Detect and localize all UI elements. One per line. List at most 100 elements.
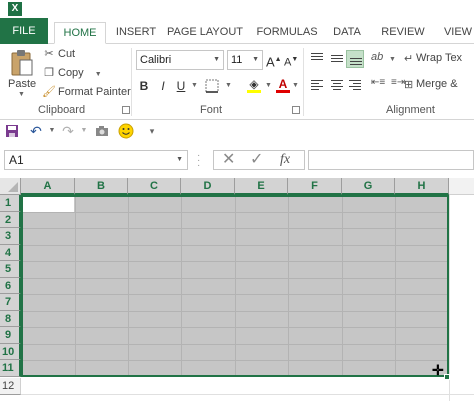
align-top-button[interactable] [308, 50, 326, 68]
chevron-down-icon: ▼ [94, 71, 102, 78]
formula-bar-splitter[interactable]: · · · [197, 151, 200, 171]
group-divider [303, 48, 304, 116]
bold-button[interactable]: B [137, 76, 151, 96]
indent-icon: ⇤≡ [371, 77, 386, 88]
gridline [23, 310, 447, 312]
wrap-text-icon: ↵ [404, 53, 414, 65]
grow-font-button[interactable]: A▲ [266, 50, 282, 70]
decrease-indent-button[interactable]: ⇤≡ [370, 76, 388, 94]
select-all-triangle-icon [8, 182, 18, 192]
font-color-swatch [276, 90, 290, 93]
align-center-button[interactable] [328, 76, 346, 94]
name-box-value: A1 [9, 153, 24, 167]
fill-color-button[interactable]: ◈ [246, 74, 262, 94]
font-size-select[interactable]: 11 ▼ [227, 50, 263, 70]
chevron-down-icon: ▼ [18, 91, 25, 98]
column-header[interactable]: G [342, 178, 395, 195]
chevron-down-icon[interactable]: ▼ [44, 123, 60, 139]
camera-icon[interactable] [94, 123, 110, 139]
column-header[interactable]: E [235, 178, 288, 195]
row-header[interactable]: 8 [0, 310, 21, 327]
select-all-button[interactable] [0, 178, 21, 195]
ribbon: Paste ▼ ✂ Cut ❐ Copy ▼ 🖌 Format Painter Cli… [0, 44, 474, 120]
row-header[interactable]: 3 [0, 228, 21, 245]
tab-home[interactable]: HOME [54, 22, 106, 44]
underline-button[interactable]: U [174, 76, 188, 96]
copy-button[interactable]: ❐ Copy ▼ [42, 65, 102, 81]
tab-data[interactable]: DATA [328, 22, 366, 44]
tab-review[interactable]: REVIEW [378, 22, 428, 44]
gridline [449, 195, 450, 401]
gridline [23, 343, 447, 345]
group-divider [131, 48, 132, 116]
orientation-button[interactable]: ab [370, 50, 388, 68]
row-header[interactable]: 2 [0, 211, 21, 228]
column-header[interactable]: F [288, 178, 342, 195]
gridline [128, 197, 129, 375]
tab-file[interactable]: FILE [0, 18, 48, 44]
borders-icon[interactable] [205, 79, 219, 93]
font-size-value: 11 [231, 54, 243, 66]
row-header[interactable]: 12 [0, 378, 21, 395]
copy-label: Copy [58, 67, 84, 79]
tab-formulas[interactable]: FORMULAS [254, 22, 320, 44]
cut-label: Cut [58, 48, 76, 60]
wrap-text-label: Wrap Tex [416, 52, 463, 64]
italic-button[interactable]: I [156, 76, 170, 96]
shrink-font-button[interactable]: A▼ [284, 50, 298, 70]
align-right-button[interactable] [346, 76, 364, 94]
row-header[interactable]: 5 [0, 261, 21, 278]
column-header[interactable]: B [75, 178, 128, 195]
chevron-down-icon[interactable]: ▼ [76, 123, 92, 139]
font-name-select[interactable]: Calibri ▼ [136, 50, 224, 70]
align-bottom-button[interactable] [346, 50, 364, 68]
scissors-icon: ✂ [44, 48, 54, 60]
column-header[interactable]: A [21, 178, 75, 195]
row-header[interactable]: 11 [0, 360, 21, 377]
row-header[interactable]: 7 [0, 294, 21, 311]
font-name-value: Calibri [140, 54, 172, 66]
chevron-down-icon: ▼ [292, 82, 299, 89]
row-header[interactable]: 10 [0, 343, 21, 360]
gridline [23, 244, 447, 246]
row-header[interactable]: 9 [0, 327, 21, 344]
gridline [75, 197, 76, 375]
active-cell[interactable] [23, 197, 74, 212]
row-header[interactable]: 1 [0, 195, 21, 212]
column-header[interactable]: H [395, 178, 449, 195]
align-middle-button[interactable] [328, 50, 346, 68]
smiley-icon[interactable] [118, 123, 134, 139]
row-header[interactable]: 6 [0, 277, 21, 294]
fill-handle[interactable] [444, 374, 450, 380]
cut-button[interactable]: ✂ Cut [42, 46, 75, 62]
dialog-launcher-icon[interactable] [292, 106, 300, 114]
move-cursor-icon: ✛ [432, 362, 444, 378]
gridline [395, 197, 396, 375]
undo-icon[interactable]: ↶ [28, 123, 44, 139]
chevron-down-icon: ▼ [265, 82, 272, 89]
enter-check-icon[interactable]: ✓ [250, 151, 263, 169]
tab-view[interactable]: VIEW [438, 22, 474, 44]
column-header[interactable]: C [128, 178, 181, 195]
cancel-icon[interactable]: ✕ [222, 151, 235, 169]
font-color-button[interactable]: A [276, 74, 290, 94]
formula-input[interactable] [308, 150, 474, 170]
insert-function-button[interactable]: fx [280, 151, 290, 169]
name-box[interactable]: A1 ▼ [4, 150, 188, 170]
redo-icon[interactable]: ↷ [60, 123, 76, 139]
tab-insert[interactable]: INSERT [112, 22, 160, 44]
customize-toolbar-icon[interactable]: ▾ [144, 123, 160, 139]
gridline [181, 197, 182, 375]
column-header[interactable]: D [181, 178, 235, 195]
dialog-launcher-icon[interactable] [122, 106, 130, 114]
merge-icon: ⊞ [404, 79, 414, 91]
row-header[interactable]: 4 [0, 244, 21, 261]
worksheet-grid[interactable]: A B C D E F G H 1 2 3 4 5 6 7 8 9 10 11 … [0, 178, 474, 401]
tab-page-layout[interactable]: PAGE LAYOUT [166, 22, 244, 44]
save-icon[interactable] [4, 123, 20, 139]
clipboard-group-label: Clipboard [38, 104, 86, 116]
format-painter-button[interactable]: 🖌 Format Painter [42, 84, 131, 100]
align-left-button[interactable] [308, 76, 326, 94]
alignment-group-label: Alignment [386, 104, 435, 116]
font-color-a-icon: A [278, 77, 288, 91]
